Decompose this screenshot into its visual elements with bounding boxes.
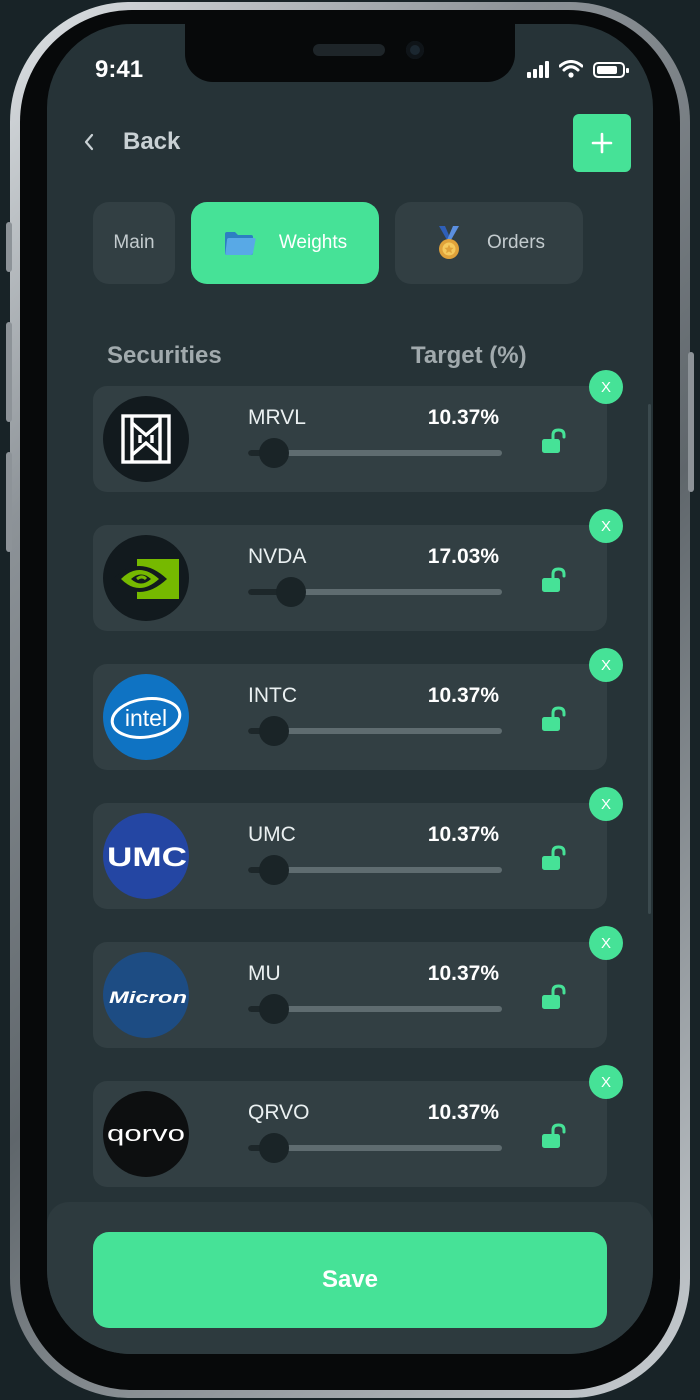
micron-logo-text: Micron: [109, 988, 187, 1007]
remove-label: X: [600, 934, 611, 952]
remove-security-button[interactable]: X: [589, 370, 623, 404]
chevron-left-icon: [69, 133, 109, 151]
security-ticker: MRVL: [248, 406, 306, 429]
remove-label: X: [600, 1073, 611, 1091]
tab-main-label: Main: [113, 232, 155, 253]
micron-logo: Micron: [103, 952, 189, 1038]
unlock-icon[interactable]: [539, 843, 569, 873]
security-ticker: NVDA: [248, 545, 307, 568]
mute-switch: [6, 222, 12, 272]
security-card: NVDA 17.03% X: [93, 509, 623, 631]
remove-security-button[interactable]: X: [589, 926, 623, 960]
unlock-icon[interactable]: [539, 704, 569, 734]
tab-weights[interactable]: Weights: [191, 202, 379, 284]
security-target-percent: 10.37%: [427, 1101, 499, 1124]
remove-security-button[interactable]: X: [589, 1065, 623, 1099]
tab-main[interactable]: Main: [93, 202, 175, 284]
slider-thumb[interactable]: [259, 994, 290, 1024]
remove-security-button[interactable]: X: [589, 648, 623, 682]
slider-thumb[interactable]: [259, 438, 290, 468]
security-ticker: MU: [248, 962, 281, 985]
security-card: UMC UMC 10.37% X: [93, 787, 623, 909]
folder-icon: [224, 232, 256, 255]
tab-orders-label: Orders: [486, 232, 546, 253]
slider-thumb[interactable]: [259, 855, 290, 885]
column-header-securities: Securities: [107, 342, 222, 369]
remove-security-button[interactable]: X: [589, 509, 623, 543]
slider-thumb[interactable]: [276, 577, 307, 607]
cellular-signal-icon: [527, 60, 549, 78]
weight-slider[interactable]: [248, 994, 502, 1024]
front-camera: [406, 41, 424, 59]
security-ticker: INTC: [248, 684, 297, 707]
status-time: 9:41: [95, 56, 144, 83]
volume-up-button: [6, 322, 12, 422]
power-button: [688, 352, 694, 492]
status-icons: [527, 60, 629, 78]
back-button[interactable]: Back: [69, 122, 180, 162]
remove-label: X: [600, 378, 611, 396]
battery-level: [597, 66, 618, 74]
notch: [185, 24, 515, 82]
battery-icon: [593, 62, 629, 78]
security-target-percent: 10.37%: [427, 684, 499, 707]
tab-weights-label: Weights: [278, 232, 348, 253]
remove-security-button[interactable]: X: [589, 787, 623, 821]
unlock-icon[interactable]: [539, 982, 569, 1012]
remove-label: X: [600, 795, 611, 813]
app-screen: 9:41 Back Main Weights Orders Securities…: [47, 24, 653, 1354]
nvidia-logo: [103, 535, 189, 621]
add-security-button[interactable]: [573, 114, 631, 172]
security-ticker: UMC: [248, 823, 296, 846]
marvell-logo: [103, 396, 189, 482]
save-label: Save: [321, 1266, 379, 1293]
security-card: qorvo QRVO 10.37% X: [93, 1065, 623, 1187]
unlock-icon[interactable]: [539, 565, 569, 595]
qorvo-logo: qorvo: [103, 1091, 189, 1177]
remove-label: X: [600, 656, 611, 674]
weight-slider[interactable]: [248, 1133, 502, 1163]
scrollbar[interactable]: [648, 404, 651, 914]
security-target-percent: 17.03%: [427, 545, 499, 568]
slider-thumb[interactable]: [259, 716, 290, 746]
unlock-icon[interactable]: [539, 1121, 569, 1151]
weight-slider[interactable]: [248, 577, 502, 607]
medal-icon: [438, 226, 459, 259]
tab-orders[interactable]: Orders: [395, 202, 583, 284]
wifi-icon: [559, 60, 583, 78]
security-ticker: QRVO: [248, 1101, 310, 1124]
security-target-percent: 10.37%: [427, 823, 499, 846]
intel-logo-text: intel: [125, 705, 167, 731]
weight-slider[interactable]: [248, 438, 502, 468]
slider-thumb[interactable]: [259, 1133, 290, 1163]
save-button[interactable]: Save: [93, 1232, 607, 1328]
column-header-target: Target (%): [411, 342, 527, 369]
earpiece-speaker: [313, 44, 385, 56]
intel-logo: intel: [103, 674, 189, 760]
weight-slider[interactable]: [248, 855, 502, 885]
weight-slider[interactable]: [248, 716, 502, 746]
security-card: Micron MU 10.37% X: [93, 926, 623, 1048]
plus-icon: [591, 132, 613, 154]
back-label: Back: [123, 128, 181, 155]
security-target-percent: 10.37%: [427, 406, 499, 429]
remove-label: X: [600, 517, 611, 535]
unlock-icon[interactable]: [539, 426, 569, 456]
volume-down-button: [6, 452, 12, 552]
umc-logo-text: UMC: [107, 842, 187, 872]
umc-logo: UMC: [103, 813, 189, 899]
security-card: MRVL 10.37% X: [93, 370, 623, 492]
security-card: intel INTC 10.37% X: [93, 648, 623, 770]
qorvo-logo-text: qorvo: [107, 1121, 185, 1146]
security-target-percent: 10.37%: [427, 962, 499, 985]
